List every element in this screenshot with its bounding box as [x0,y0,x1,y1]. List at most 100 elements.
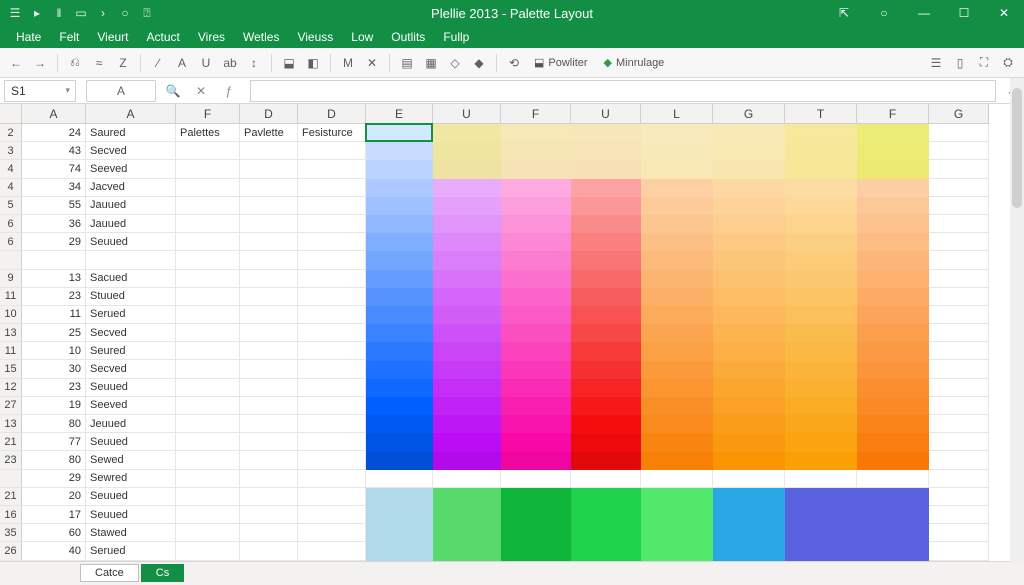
cell[interactable] [929,233,989,251]
pause-icon[interactable]: ‖ [50,4,68,22]
maximize-button[interactable]: ☐ [944,0,984,26]
cell[interactable] [298,470,366,488]
cell[interactable]: Serued [86,306,176,324]
cell[interactable] [240,197,298,215]
search-icon[interactable]: 🔍 [162,80,184,102]
cell[interactable]: Jauued [86,215,176,233]
cell[interactable]: Sewred [86,470,176,488]
cell[interactable] [366,470,433,488]
cell[interactable] [298,142,366,160]
column-header[interactable]: D [298,104,366,124]
row-header[interactable]: 6 [0,215,22,233]
cell[interactable] [298,342,366,360]
cell[interactable]: Seuued [86,488,176,506]
cell[interactable] [298,506,366,524]
cell[interactable] [176,251,240,269]
menu-item[interactable]: Vieurt [89,30,136,44]
cancel-icon[interactable]: ✕ [190,80,212,102]
help-icon[interactable]: ⍰ [138,4,156,22]
column-headers[interactable]: AAFDDEUFULGTFG [22,104,989,124]
menu-icon[interactable]: ☰ [6,4,24,22]
cell[interactable] [298,179,366,197]
cell[interactable]: 19 [22,397,86,415]
cell[interactable]: Fesisturce [298,124,366,142]
cell[interactable]: 29 [22,233,86,251]
cell[interactable] [298,251,366,269]
cell[interactable] [929,360,989,378]
row-header[interactable] [0,251,22,269]
cell[interactable]: Jacved [86,179,176,197]
cell[interactable] [298,160,366,178]
cell[interactable] [929,251,989,269]
cell[interactable] [298,233,366,251]
powliter-group[interactable]: ⬓Powliter [528,56,594,69]
cell[interactable] [929,415,989,433]
cell[interactable]: Secved [86,142,176,160]
strike-icon[interactable]: ab [220,53,240,73]
cell[interactable] [240,160,298,178]
name-box[interactable]: S1 [4,80,76,102]
row-header[interactable]: 15 [0,360,22,378]
cell[interactable] [240,451,298,469]
cell[interactable]: Seured [86,342,176,360]
chevron-right-icon[interactable]: › [94,4,112,22]
cell[interactable] [298,306,366,324]
cell[interactable]: 17 [22,506,86,524]
cell[interactable] [857,470,929,488]
table-icon[interactable]: ▤ [397,53,417,73]
cell[interactable] [298,215,366,233]
cell[interactable] [176,360,240,378]
cell[interactable] [240,470,298,488]
cell[interactable] [929,488,989,506]
undo-icon[interactable]: ⎌ [65,53,85,73]
cell[interactable] [929,524,989,542]
cell[interactable]: Secved [86,324,176,342]
cell[interactable] [298,324,366,342]
cell[interactable] [240,524,298,542]
cell[interactable] [929,124,989,142]
cell[interactable] [298,397,366,415]
cell[interactable]: Stuued [86,288,176,306]
column-header[interactable]: F [176,104,240,124]
cell[interactable] [298,197,366,215]
cell[interactable] [176,470,240,488]
clear-icon[interactable]: ✕ [362,53,382,73]
minimize-button[interactable]: — [904,0,944,26]
menu-item[interactable]: Vieuss [289,30,341,44]
column-header[interactable]: G [713,104,785,124]
border-icon[interactable]: ◧ [303,53,323,73]
cell[interactable] [176,397,240,415]
cell[interactable]: 20 [22,488,86,506]
cell[interactable] [240,306,298,324]
cell[interactable] [176,415,240,433]
sheet-tab[interactable]: Catce [80,564,139,582]
cell[interactable] [298,542,366,560]
row-headers[interactable]: 234456691110131115122713212321163526 [0,124,22,561]
cell[interactable] [176,288,240,306]
minrulage-group[interactable]: ◆Minrulage [598,56,671,69]
row-header[interactable]: 12 [0,379,22,397]
cell[interactable] [240,397,298,415]
menu-item[interactable]: Hate [8,30,49,44]
wave-icon[interactable]: ≈ [89,53,109,73]
cell[interactable] [176,215,240,233]
cell[interactable] [298,488,366,506]
row-header[interactable]: 4 [0,179,22,197]
menu-item[interactable]: Low [343,30,381,44]
column-header[interactable]: U [571,104,641,124]
cell[interactable] [298,433,366,451]
cell[interactable]: Seuued [86,233,176,251]
forward-icon[interactable]: → [30,53,50,73]
column-header[interactable]: U [433,104,501,124]
cell[interactable] [929,160,989,178]
cell[interactable] [176,270,240,288]
m-icon[interactable]: M [338,53,358,73]
cell[interactable] [240,415,298,433]
row-header[interactable]: 6 [0,233,22,251]
cell[interactable] [929,379,989,397]
cell[interactable] [176,524,240,542]
cell[interactable] [240,342,298,360]
select-all-corner[interactable] [0,104,22,124]
row-header[interactable]: 13 [0,415,22,433]
column-header[interactable]: E [366,104,433,124]
